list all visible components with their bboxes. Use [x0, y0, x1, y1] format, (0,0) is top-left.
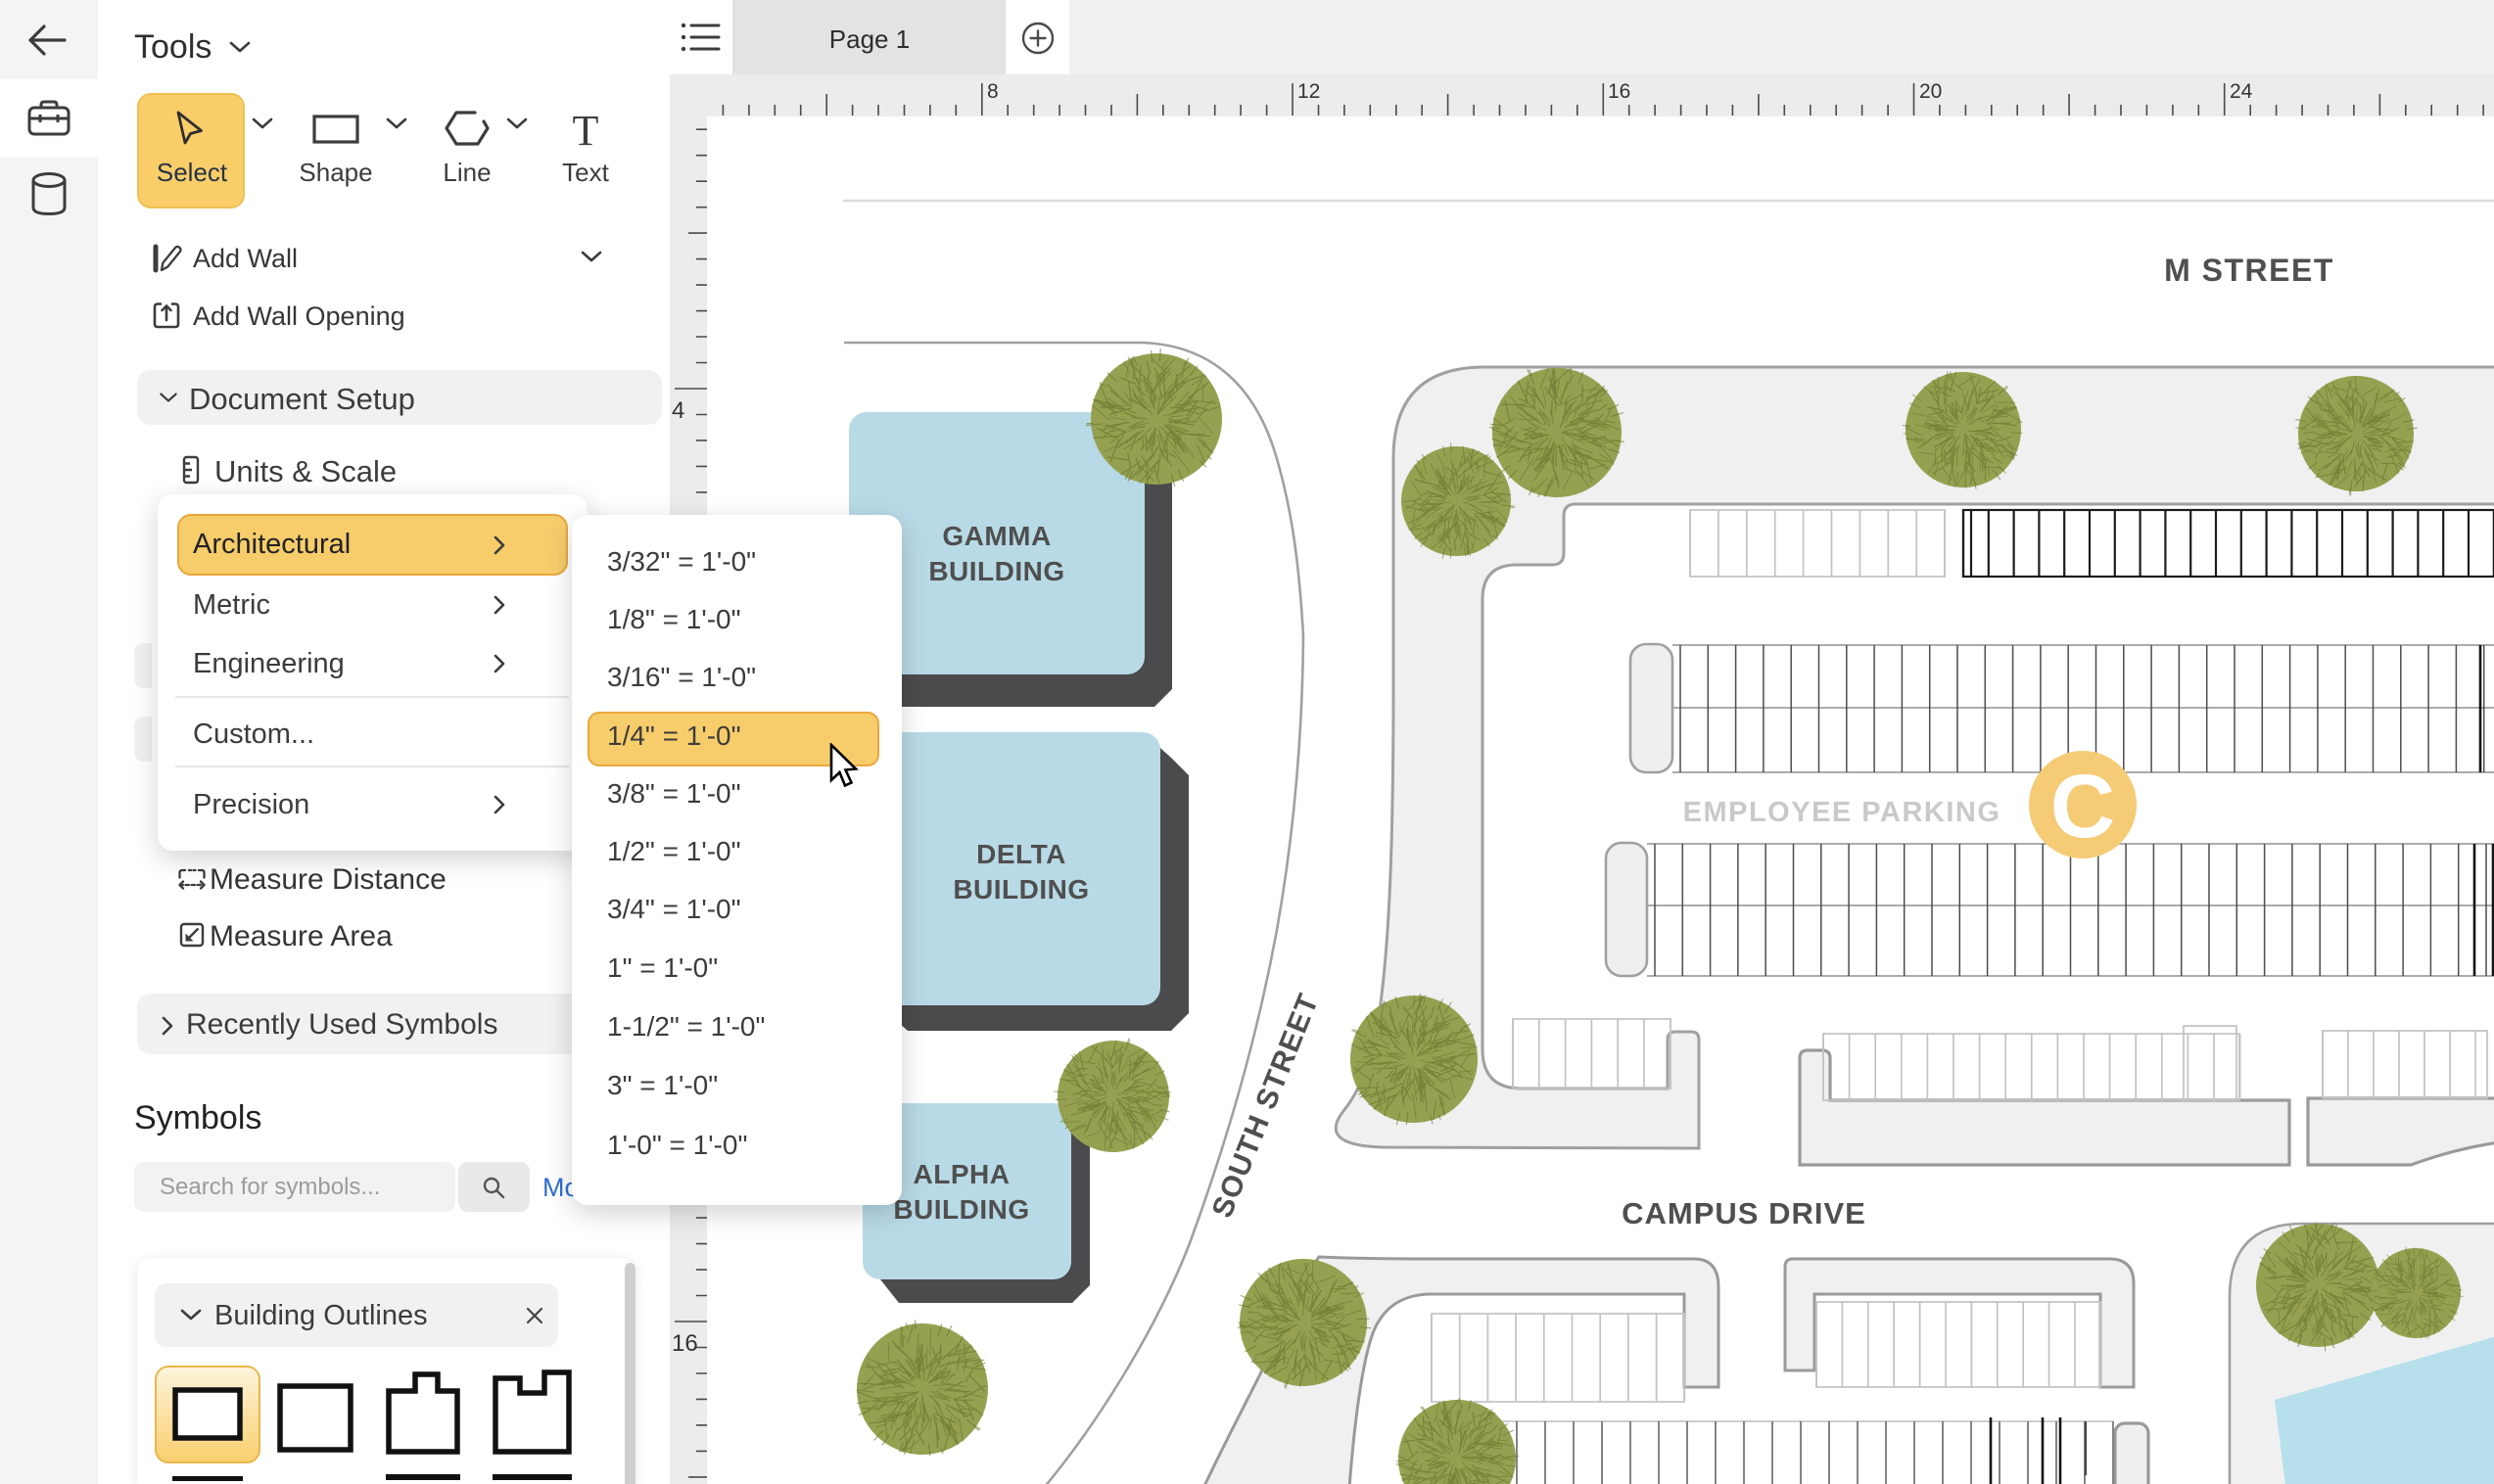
- svg-text:M STREET: M STREET: [2164, 253, 2334, 288]
- svg-text:BUILDING: BUILDING: [953, 874, 1089, 904]
- svg-text:DELTA: DELTA: [976, 839, 1066, 869]
- svg-text:BUILDING: BUILDING: [893, 1194, 1029, 1225]
- svg-text:8: 8: [987, 80, 999, 103]
- svg-text:4: 4: [672, 397, 684, 424]
- svg-text:ALPHA: ALPHA: [914, 1159, 1011, 1189]
- svg-text:16: 16: [672, 1330, 698, 1357]
- svg-text:24: 24: [2230, 80, 2253, 103]
- svg-text:BUILDING: BUILDING: [928, 556, 1064, 586]
- svg-text:CAMPUS DRIVE: CAMPUS DRIVE: [1622, 1196, 1866, 1230]
- svg-text:C: C: [2050, 757, 2115, 857]
- svg-text:EMPLOYEE PARKING: EMPLOYEE PARKING: [1683, 797, 2001, 828]
- svg-text:12: 12: [1297, 80, 1320, 103]
- svg-text:16: 16: [1608, 80, 1630, 103]
- svg-text:GAMMA: GAMMA: [942, 521, 1051, 551]
- svg-text:SOUTH STREET: SOUTH STREET: [1206, 989, 1326, 1222]
- svg-text:20: 20: [1919, 80, 1942, 103]
